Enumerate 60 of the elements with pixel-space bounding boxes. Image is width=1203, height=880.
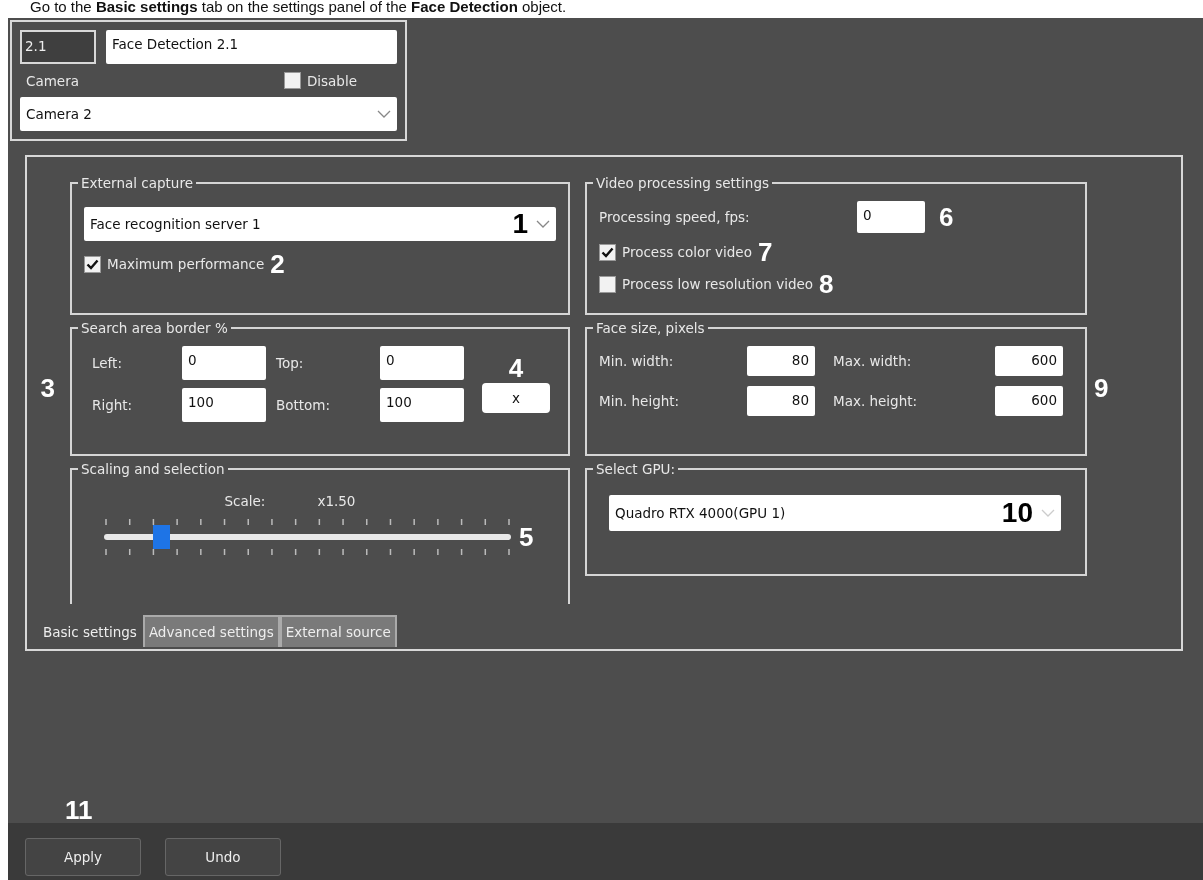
callout-number: 4 [508, 355, 524, 381]
field-label: Max. height: [832, 393, 919, 409]
checkbox-label: Process low resolution video [622, 276, 814, 292]
instruction-text: Go to the Basic settings tab on the settings panel of the Face Detection object. [29, 0, 568, 17]
action-button[interactable]: Undo [165, 838, 281, 876]
chevron-down-icon [1041, 509, 1055, 517]
callout-number: 8 [819, 271, 834, 297]
chevron-down-icon [536, 220, 550, 228]
callout-number: 11 [65, 797, 93, 823]
server-dropdown[interactable]: Face recognition server 1 1 [84, 207, 556, 241]
field-label: Min. width: [599, 353, 675, 369]
checkbox[interactable] [283, 72, 301, 89]
action-button[interactable]: Apply [25, 838, 141, 876]
input-field[interactable]: 0 [182, 346, 266, 380]
input-field[interactable]: 80 [747, 346, 815, 376]
slider-thumb[interactable] [152, 525, 170, 549]
field-label: Min. height: [599, 393, 681, 409]
input-field[interactable]: 0 [380, 346, 464, 380]
checkbox-label: Process color video [622, 244, 752, 260]
group-title: External capture [80, 175, 194, 191]
field-label: Processing speed, fps: [599, 209, 751, 225]
scale-value: x1.50 [317, 493, 356, 509]
checkbox-label: Disable [306, 72, 357, 89]
reset-button[interactable]: x [482, 383, 550, 413]
input-field[interactable]: 80 [747, 386, 815, 416]
checkbox[interactable] [84, 255, 101, 273]
field-label: Max. width: [832, 353, 913, 369]
group-title: Video processing settings [595, 175, 770, 191]
fps-field[interactable]: 0 [857, 201, 925, 233]
callout-number: 5 [519, 524, 534, 550]
tab[interactable]: Advanced settings [142, 615, 280, 647]
callout-number: 7 [757, 239, 773, 265]
field-label: Bottom: [275, 397, 332, 413]
checkbox-label: Maximum performance [107, 256, 265, 272]
input-field[interactable]: 600 [995, 346, 1063, 376]
scale-slider[interactable] [104, 527, 511, 547]
scale-label: Scale: [224, 493, 266, 509]
field-label: Top: [275, 355, 305, 371]
camera-dropdown[interactable]: Camera 2 [20, 97, 397, 131]
input-field[interactable]: 100 [182, 388, 266, 422]
object-name-field[interactable]: Face Detection 2.1 [106, 30, 397, 64]
checkbox[interactable] [599, 275, 616, 293]
chevron-down-icon [377, 110, 391, 118]
checkbox[interactable] [599, 243, 616, 261]
callout-number: 6 [939, 204, 954, 230]
input-field[interactable]: 600 [995, 386, 1063, 416]
callout-number: 3 [40, 375, 55, 401]
field-label: Right: [91, 397, 134, 413]
input-field[interactable]: 100 [380, 388, 464, 422]
field-label: Left: [91, 355, 123, 371]
gpu-dropdown[interactable]: Quadro RTX 4000(GPU 1) 10 [609, 495, 1061, 531]
camera-label: Camera [25, 72, 80, 89]
group-title: Select GPU: [595, 461, 676, 477]
callout-number: 9 [1094, 375, 1110, 401]
object-id-field[interactable]: 2.1 [20, 30, 96, 64]
group-title: Search area border % [80, 320, 229, 336]
tab[interactable]: External source [279, 615, 397, 647]
callout-number: 2 [270, 251, 285, 277]
group-title: Scaling and selection [80, 461, 226, 477]
group-title: Face size, pixels [595, 320, 706, 336]
